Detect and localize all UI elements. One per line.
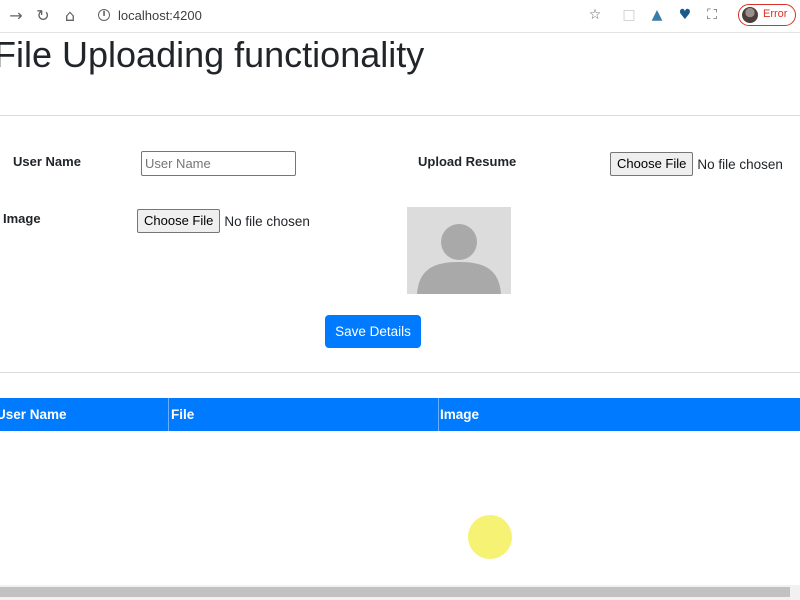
info-icon[interactable]: i (98, 9, 110, 21)
profile-error-label: Error (763, 8, 788, 20)
star-bookmark-icon[interactable]: ☆ (587, 7, 603, 23)
resume-label: Upload Resume (418, 154, 517, 169)
forward-arrow-icon[interactable]: → (6, 6, 26, 26)
divider (0, 115, 800, 116)
browser-toolbar: → ↻ ⌂ i localhost:4200 ☆ □ ▲ ♥ ⛶ Error (0, 0, 800, 33)
heart-extension-icon[interactable]: ♥ (677, 7, 693, 23)
extension-icon[interactable]: ▲ (649, 7, 665, 23)
reload-icon[interactable]: ↻ (33, 6, 53, 26)
address-bar[interactable]: i localhost:4200 (88, 3, 608, 29)
save-details-button[interactable]: Save Details (325, 315, 421, 348)
url-text[interactable]: localhost:4200 (118, 8, 202, 23)
image-label: Image (3, 211, 41, 226)
image-file-input[interactable]: Choose File No file chosen (137, 209, 310, 233)
avatar (742, 7, 758, 23)
horizontal-scrollbar[interactable] (0, 585, 800, 600)
user-silhouette-icon (417, 224, 501, 294)
username-input[interactable] (141, 151, 296, 176)
username-label: User Name (13, 154, 81, 169)
column-header-image: Image (440, 407, 480, 422)
profile-error-button[interactable]: Error (738, 4, 796, 26)
resume-file-input[interactable]: Choose File No file chosen (610, 152, 783, 176)
scrollbar-thumb[interactable] (0, 587, 790, 597)
image-choose-file-button[interactable]: Choose File (137, 209, 221, 233)
image-file-status: No file chosen (224, 213, 310, 229)
table-header: User Name File Image (0, 398, 800, 431)
column-header-file: File (169, 398, 439, 431)
capture-icon[interactable]: ⛶ (704, 7, 720, 23)
divider (0, 372, 800, 373)
resume-file-status: No file chosen (697, 156, 783, 172)
page-title: File Uploading functionality (0, 34, 425, 75)
home-icon[interactable]: ⌂ (60, 6, 80, 26)
resume-choose-file-button[interactable]: Choose File (610, 152, 694, 176)
extension-icon[interactable]: □ (621, 7, 637, 23)
cursor-highlight (468, 515, 512, 559)
image-preview (407, 207, 511, 294)
column-header-user-name: User Name (0, 398, 169, 431)
